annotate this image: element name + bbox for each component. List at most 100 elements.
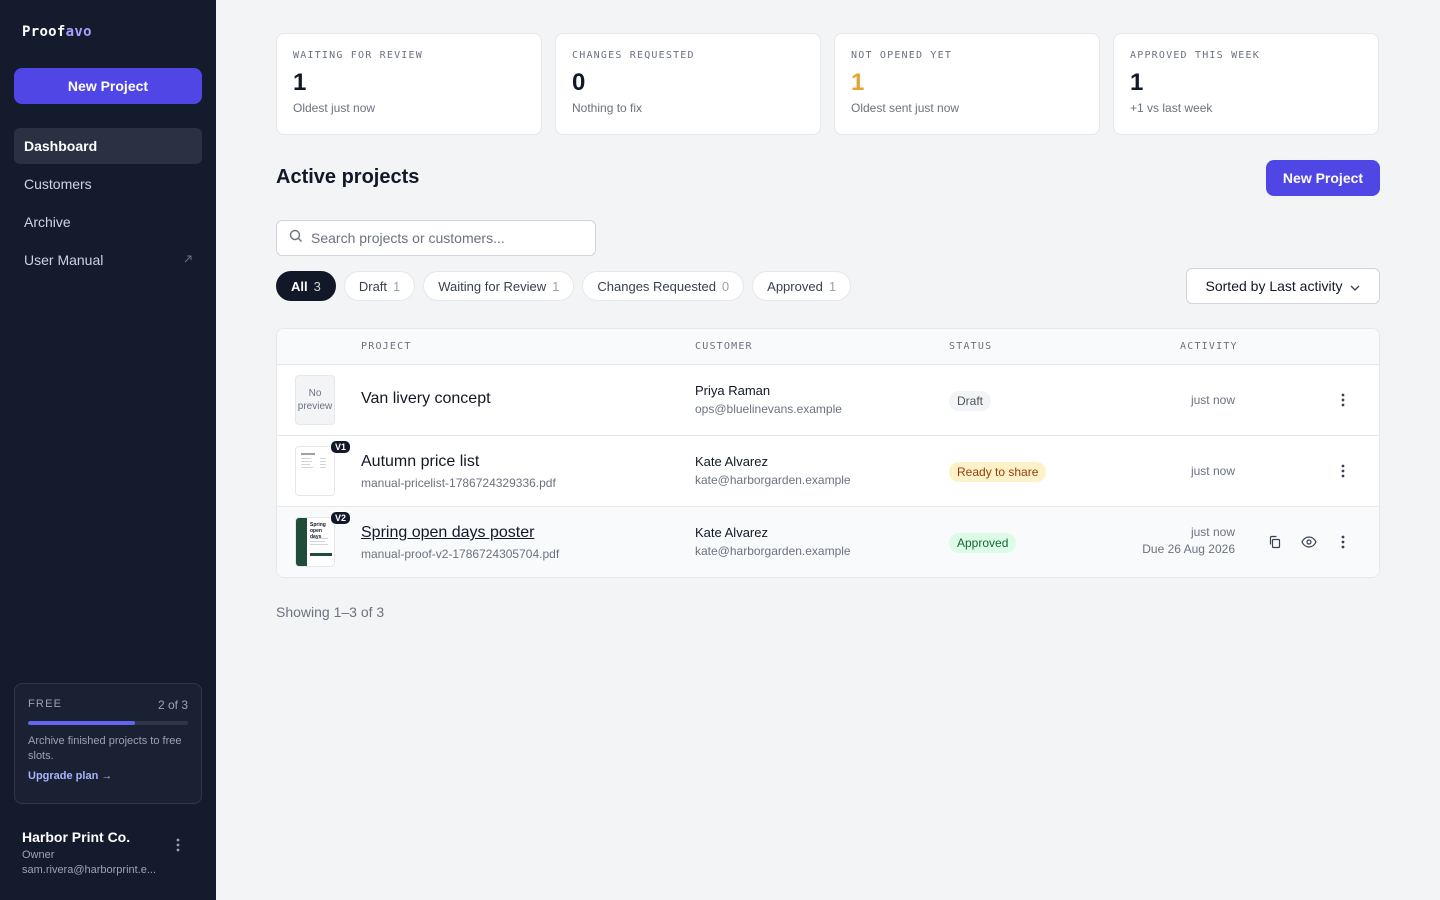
project-file: manual-proof-v2-1786724305704.pdf: [361, 547, 560, 561]
project-name[interactable]: Autumn price list: [361, 453, 479, 471]
sort-dropdown[interactable]: Sorted by Last activity: [1186, 268, 1380, 304]
plan-usage-count: 2 of 3: [157, 698, 188, 712]
customer-name: Priya Raman: [695, 383, 771, 398]
customer-email: ops@bluelinevans.example: [695, 402, 842, 416]
due-date: Due 26 Aug 2026: [1142, 542, 1235, 556]
new-project-button[interactable]: New Project: [1266, 160, 1380, 196]
sidebar-item-dashboard[interactable]: Dashboard: [14, 128, 202, 164]
sidebar-item-archive[interactable]: Archive: [14, 204, 202, 240]
filter-label: Approved: [767, 278, 823, 294]
status-badge: Draft: [949, 391, 992, 411]
filter-count: 3: [313, 278, 321, 294]
plan-note: Archive finished projects to free slots.: [28, 735, 182, 762]
project-thumbnail: Spring open days: [295, 517, 335, 567]
stat-label: NOT OPENED YET: [851, 50, 953, 61]
account-menu-icon[interactable]: [168, 835, 188, 855]
activity-time: just now: [1190, 525, 1235, 539]
chevron-down-icon: [1350, 278, 1360, 294]
upgrade-plan-link[interactable]: Upgrade plan →: [28, 770, 188, 782]
project-file: manual-pricelist-1786724329336.pdf: [361, 476, 556, 490]
sidebar-item-label: Customers: [24, 176, 92, 192]
filter-chip-changes-requested[interactable]: Changes Requested 0: [582, 271, 745, 301]
stat-card-approved-this-week[interactable]: APPROVED THIS WEEK 1 +1 vs last week: [1113, 33, 1379, 135]
filter-count: 1: [393, 278, 401, 294]
search-input[interactable]: [311, 230, 581, 246]
page-title: Active projects: [276, 166, 420, 188]
filter-count: 1: [828, 278, 837, 294]
filter-chip-draft[interactable]: Draft 1: [343, 271, 416, 301]
plan-usage-bar: [28, 721, 188, 725]
table-row[interactable]: V1 Autumn price list manual-pricelist-17…: [277, 436, 1379, 507]
more-options-icon[interactable]: [1333, 461, 1353, 481]
plan-usage-card: FREE 2 of 3 Archive finished projects to…: [14, 683, 202, 804]
sidebar-nav: Dashboard Customers Archive User Manual: [14, 128, 202, 280]
stat-value: 1: [293, 69, 307, 96]
account-name: Harbor Print Co.: [22, 829, 131, 845]
search-box: [276, 220, 596, 256]
table-header: PROJECT CUSTOMER STATUS ACTIVITY: [277, 329, 1379, 365]
project-name[interactable]: Van livery concept: [361, 390, 491, 408]
table-row[interactable]: No preview Van livery concept Priya Rama…: [277, 365, 1379, 436]
sidebar-item-user-manual[interactable]: User Manual: [14, 242, 202, 278]
project-name[interactable]: Spring open days poster: [361, 524, 534, 542]
sidebar-item-label: User Manual: [24, 252, 104, 268]
stat-sub: +1 vs last week: [1130, 101, 1213, 115]
copy-link-icon[interactable]: [1265, 532, 1285, 552]
account-email: sam.rivera@harborprint.e...: [22, 864, 157, 876]
brand-logo[interactable]: Proofavo: [22, 24, 92, 40]
stat-value: 1: [851, 69, 865, 96]
sort-label: Sorted by Last activity: [1205, 278, 1343, 294]
stat-sub: Oldest sent just now: [851, 101, 960, 115]
filter-chip-waiting-for-review[interactable]: Waiting for Review 1: [423, 271, 575, 301]
customer-email: kate@harborgarden.example: [695, 544, 851, 558]
stat-card-not-opened-yet[interactable]: NOT OPENED YET 1 Oldest sent just now: [834, 33, 1100, 135]
sidebar-item-label: Archive: [24, 214, 71, 230]
filter-label: All: [291, 278, 308, 294]
stat-card-changes-requested[interactable]: CHANGES REQUESTED 0 Nothing to fix: [555, 33, 821, 135]
column-header-activity[interactable]: ACTIVITY: [1180, 341, 1238, 352]
activity-time: just now: [1190, 393, 1235, 407]
stat-value: 1: [1130, 69, 1144, 96]
sidebar-item-label: Dashboard: [24, 138, 98, 154]
status-badge: Ready to share: [949, 462, 1047, 482]
plan-usage-fill: [28, 721, 135, 725]
status-badge: Approved: [949, 533, 1017, 553]
external-link-icon: [184, 255, 192, 266]
version-badge: V1: [330, 440, 352, 454]
sidebar-new-project-button[interactable]: New Project: [14, 68, 202, 104]
filter-count: 0: [721, 278, 730, 294]
activity-time: just now: [1190, 464, 1235, 478]
column-header-status[interactable]: STATUS: [949, 341, 992, 352]
sidebar-item-customers[interactable]: Customers: [14, 166, 202, 202]
filter-label: Changes Requested: [597, 278, 716, 294]
more-options-icon[interactable]: [1333, 532, 1353, 552]
stat-sub: Oldest just now: [293, 101, 376, 115]
search-icon: [289, 229, 303, 248]
column-header-customer[interactable]: CUSTOMER: [695, 341, 753, 352]
stat-sub: Nothing to fix: [572, 101, 643, 115]
plan-tier: FREE: [28, 698, 63, 710]
filter-chip-approved[interactable]: Approved 1: [752, 271, 852, 301]
account-info: Harbor Print Co. Owner sam.rivera@harbor…: [22, 829, 192, 876]
more-options-icon[interactable]: [1333, 390, 1353, 410]
project-thumbnail: [295, 446, 335, 496]
project-thumbnail: No preview: [295, 375, 335, 425]
stat-label: APPROVED THIS WEEK: [1130, 50, 1260, 61]
column-header-project[interactable]: PROJECT: [361, 341, 412, 352]
filter-chip-all[interactable]: All 3: [276, 271, 336, 301]
customer-name: Kate Alvarez: [695, 525, 768, 540]
customer-name: Kate Alvarez: [695, 454, 768, 469]
projects-table: PROJECT CUSTOMER STATUS ACTIVITY No prev…: [276, 328, 1380, 578]
stat-label: WAITING FOR REVIEW: [293, 50, 423, 61]
filter-label: Waiting for Review: [438, 278, 547, 294]
eye-icon[interactable]: [1299, 532, 1319, 552]
filter-count: 1: [552, 278, 560, 294]
thumbnail-title: Spring open days: [310, 522, 326, 540]
filter-label: Draft: [358, 278, 388, 294]
pagination-summary: Showing 1–3 of 3: [276, 604, 385, 620]
stat-card-waiting-for-review[interactable]: WAITING FOR REVIEW 1 Oldest just now: [276, 33, 542, 135]
version-badge: V2: [330, 511, 352, 525]
stat-value: 0: [572, 69, 586, 96]
table-row[interactable]: Spring open days V2 Spring open days post…: [277, 507, 1379, 577]
status-filters: All 3 Draft 1 Waiting for Review 1 Changes …: [276, 271, 852, 301]
